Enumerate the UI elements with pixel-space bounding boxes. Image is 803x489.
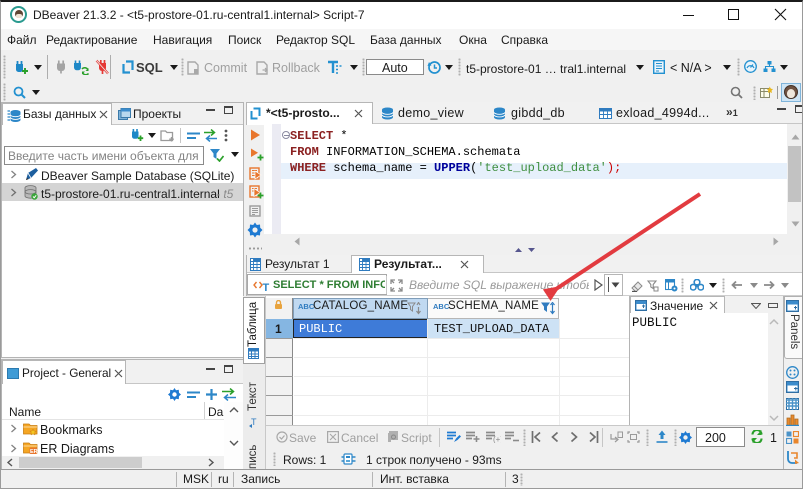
svg-text:T: T bbox=[263, 282, 270, 292]
svg-text:ER: ER bbox=[30, 449, 38, 455]
svg-text:(+): (+) bbox=[493, 435, 501, 443]
